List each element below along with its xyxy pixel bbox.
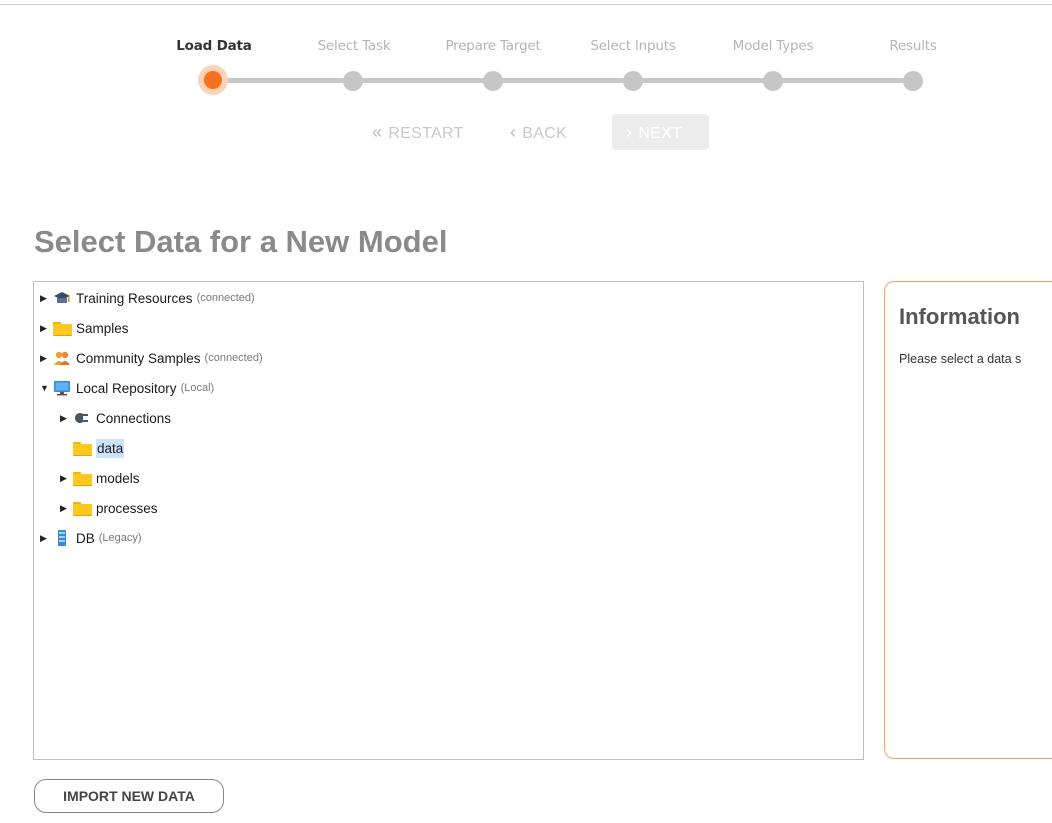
tree-item-samples[interactable]: ▶ Samples	[40, 317, 129, 339]
expand-arrow-icon[interactable]: ▶	[60, 473, 72, 484]
graduation-cap-icon	[52, 290, 72, 306]
plug-icon	[72, 410, 92, 426]
step-dot-select-task[interactable]	[343, 71, 363, 91]
step-select-inputs[interactable]: Select Inputs	[590, 38, 676, 54]
database-icon	[52, 530, 72, 546]
tree-item-label: Community Samples	[76, 350, 201, 366]
folder-icon	[72, 500, 92, 516]
step-dot-results[interactable]	[903, 71, 923, 91]
import-new-data-button[interactable]: IMPORT NEW DATA	[34, 779, 224, 813]
tree-item-label: data	[96, 438, 125, 458]
step-load-data[interactable]: Load Data	[176, 38, 252, 54]
restart-label: RESTART	[388, 125, 464, 142]
tree-item-processes[interactable]: ▶ processes	[60, 497, 158, 519]
double-chevron-left-icon: «	[372, 122, 383, 142]
page-title: Select Data for a New Model	[34, 224, 448, 259]
tree-item-label: processes	[96, 500, 158, 516]
step-dot-load-data[interactable]	[204, 71, 222, 89]
folder-icon	[52, 320, 72, 336]
step-model-types[interactable]: Model Types	[733, 38, 814, 54]
tree-item-db[interactable]: ▶ DB (Legacy)	[40, 527, 142, 549]
tree-item-status: (connected)	[196, 292, 255, 304]
folder-icon	[72, 440, 92, 456]
information-text: Please select a data s	[899, 352, 1022, 366]
tree-item-training-resources[interactable]: ▶ Training Resources (connected)	[40, 287, 255, 309]
tree-item-community-samples[interactable]: ▶ Community Samples (connected)	[40, 347, 263, 369]
tree-item-label: Local Repository	[76, 380, 177, 396]
tree-item-data[interactable]: data	[72, 437, 125, 459]
tree-item-status: (connected)	[204, 352, 263, 364]
folder-icon	[72, 470, 92, 486]
tree-item-status: (Legacy)	[98, 532, 142, 544]
tree-item-connections[interactable]: ▶ Connections	[60, 407, 171, 429]
restart-button[interactable]: « RESTART	[372, 114, 464, 150]
step-dot-model-types[interactable]	[763, 71, 783, 91]
collapse-arrow-icon[interactable]: ▼	[40, 383, 52, 393]
tree-item-local-repository[interactable]: ▼ Local Repository (Local)	[40, 377, 214, 399]
expand-arrow-icon[interactable]: ▶	[40, 293, 52, 304]
expand-arrow-icon[interactable]: ▶	[60, 503, 72, 514]
information-title: Information	[899, 304, 1020, 329]
expand-arrow-icon[interactable]: ▶	[40, 533, 52, 544]
chevron-right-icon: ›	[626, 122, 633, 142]
step-prepare-target[interactable]: Prepare Target	[445, 38, 540, 54]
back-label: BACK	[522, 125, 568, 142]
tree-item-label: Samples	[76, 320, 129, 336]
next-label: NEXT	[638, 125, 683, 142]
information-panel: Information Please select a data s	[884, 281, 1052, 759]
step-select-task[interactable]: Select Task	[318, 38, 391, 54]
tree-item-label: Connections	[96, 410, 172, 426]
next-button[interactable]: › NEXT	[612, 114, 709, 150]
tree-item-models[interactable]: ▶ models	[60, 467, 140, 489]
people-icon	[52, 350, 72, 366]
expand-arrow-icon[interactable]: ▶	[60, 413, 72, 424]
chevron-left-icon: ‹	[510, 122, 517, 142]
tree-item-label: DB	[76, 530, 95, 546]
step-results[interactable]: Results	[889, 38, 937, 54]
progress-track	[213, 78, 913, 83]
tree-item-label: Training Resources	[76, 290, 193, 306]
wizard-steps: Load Data Select Task Prepare Target Sel…	[0, 38, 1052, 58]
step-dot-prepare-target[interactable]	[483, 71, 503, 91]
expand-arrow-icon[interactable]: ▶	[40, 353, 52, 364]
tree-item-status: (Local)	[180, 382, 215, 394]
monitor-icon	[52, 380, 72, 396]
tree-item-label: models	[96, 470, 140, 486]
expand-arrow-icon[interactable]: ▶	[40, 323, 52, 334]
back-button[interactable]: ‹ BACK	[510, 114, 567, 150]
top-divider	[0, 4, 1052, 5]
step-dot-select-inputs[interactable]	[623, 71, 643, 91]
repository-tree[interactable]: ▶ Training Resources (connected) ▶ Sample…	[33, 281, 864, 760]
